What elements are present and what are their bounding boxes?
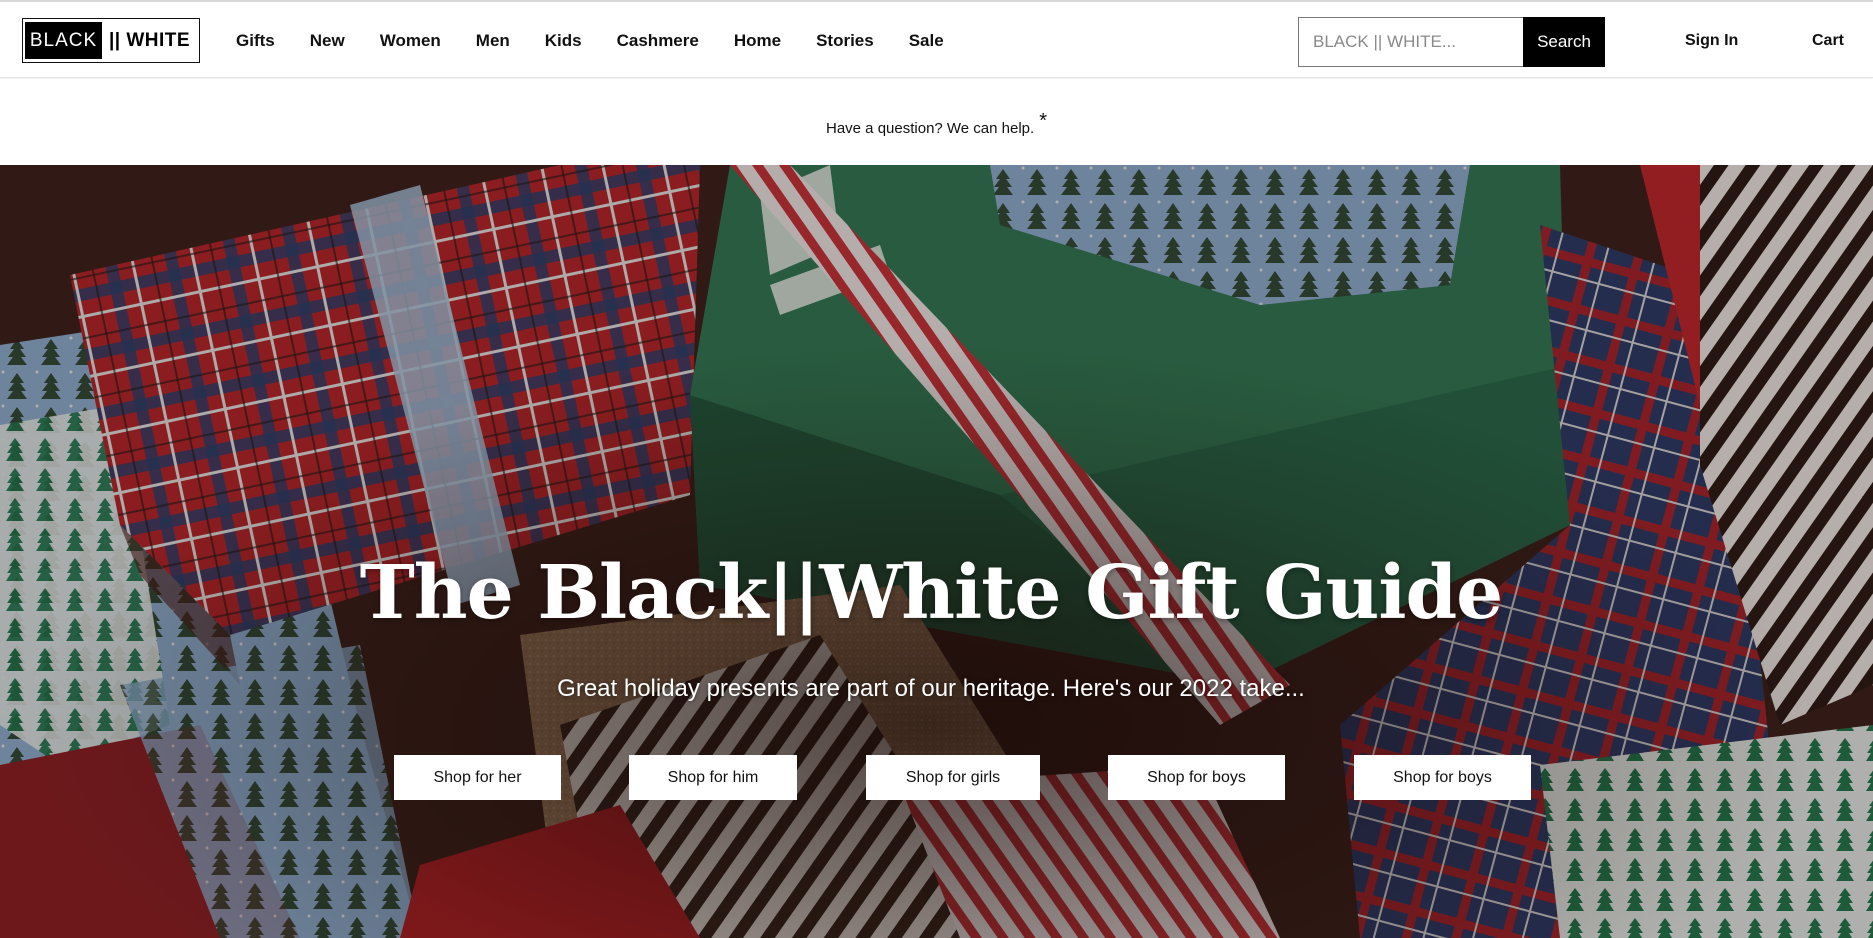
logo-right-text: || WHITE xyxy=(108,29,191,51)
nav-men[interactable]: Men xyxy=(476,30,510,52)
nav-cashmere[interactable]: Cashmere xyxy=(617,30,699,52)
help-asterisk: * xyxy=(1039,109,1047,132)
brand-logo[interactable]: BLACK || WHITE xyxy=(22,18,200,63)
shop-for-boys-button[interactable]: Shop for boys xyxy=(1108,755,1285,800)
sign-in-link[interactable]: Sign In xyxy=(1685,32,1738,50)
logo-left-block: BLACK xyxy=(25,22,102,59)
search-button[interactable]: Search xyxy=(1523,17,1605,67)
hero-title: The Black||White Gift Guide xyxy=(359,550,1504,636)
search-input[interactable] xyxy=(1298,17,1523,67)
main-nav: Gifts New Women Men Kids Cashmere Home S… xyxy=(236,30,979,52)
help-link[interactable]: Have a question? We can help. xyxy=(826,120,1034,137)
nav-new[interactable]: New xyxy=(310,30,345,52)
nav-sale[interactable]: Sale xyxy=(909,30,944,52)
hero-subtitle: Great holiday presents are part of our h… xyxy=(557,675,1305,702)
help-bar: Have a question? We can help. * xyxy=(0,79,1873,165)
nav-kids[interactable]: Kids xyxy=(545,30,582,52)
hero-banner: The Black||White Gift Guide Great holida… xyxy=(0,165,1873,938)
shop-for-boys-button-2[interactable]: Shop for boys xyxy=(1354,755,1531,800)
cart-link[interactable]: Cart xyxy=(1812,32,1844,50)
search-form: Search xyxy=(1298,17,1605,67)
shop-for-girls-button[interactable]: Shop for girls xyxy=(866,755,1040,800)
site-header: BLACK || WHITE Gifts New Women Men Kids … xyxy=(0,0,1873,78)
nav-stories[interactable]: Stories xyxy=(816,30,874,52)
shop-for-him-button[interactable]: Shop for him xyxy=(629,755,797,800)
nav-gifts[interactable]: Gifts xyxy=(236,30,275,52)
nav-home[interactable]: Home xyxy=(734,30,781,52)
nav-women[interactable]: Women xyxy=(380,30,441,52)
shop-for-her-button[interactable]: Shop for her xyxy=(394,755,561,800)
